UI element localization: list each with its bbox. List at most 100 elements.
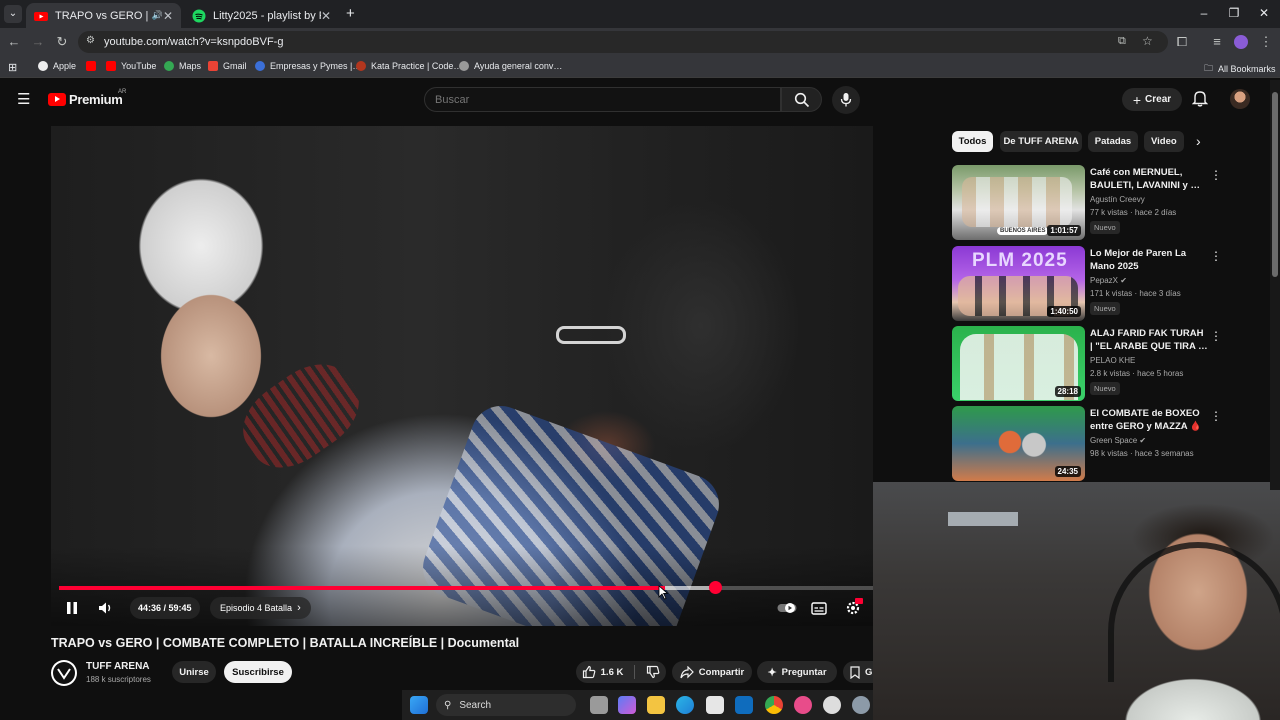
back-icon[interactable]: ←: [6, 34, 22, 49]
install-app-icon[interactable]: ⧉: [1118, 35, 1126, 48]
maximize-icon[interactable]: ❐: [1224, 6, 1244, 20]
progress-bar[interactable]: [59, 581, 873, 594]
recommendation-channel[interactable]: Green Space ✔: [1090, 436, 1146, 445]
pause-button[interactable]: [62, 598, 82, 618]
github-icon[interactable]: [823, 696, 841, 714]
chip-todos[interactable]: Todos: [952, 131, 993, 152]
recommendation-channel[interactable]: Agustín Creevy: [1090, 195, 1145, 204]
new-tab-icon[interactable]: +: [346, 5, 355, 22]
address-bar[interactable]: ⚙ youtube.com/watch?v=ksnpdoBVF-g ⧉ ☆: [78, 31, 1168, 53]
recommendation-channel[interactable]: PELAO KHE: [1090, 356, 1135, 365]
chip-video[interactable]: Video: [1144, 131, 1184, 152]
video-player[interactable]: [51, 126, 873, 626]
ask-button[interactable]: ✦ Preguntar: [757, 661, 837, 683]
close-tab-icon[interactable]: ✕: [321, 9, 331, 23]
bookmark-youtube[interactable]: YouTube: [106, 61, 156, 71]
edge-icon[interactable]: [676, 696, 694, 714]
taskbar-search[interactable]: ⚲ Search: [436, 694, 576, 716]
chevron-right-icon[interactable]: ›: [1196, 133, 1201, 149]
video-thumbnail[interactable]: PLM 2025 1:40:50: [952, 246, 1085, 321]
more-options-icon[interactable]: ⋮: [1210, 409, 1222, 423]
extensions-icon[interactable]: ⧠: [1174, 34, 1190, 50]
thumbnail-text: BUENOS AIRES: [997, 227, 1049, 235]
recommendation-item[interactable]: 28:18 ALAJ FARID FAK TURAH | "EL ARABE Q…: [952, 326, 1252, 402]
save-button[interactable]: G: [843, 661, 873, 683]
scrollbar-thumb[interactable]: [1272, 92, 1278, 277]
search-button[interactable]: [781, 87, 822, 112]
recommendation-item[interactable]: 24:35 El COMBATE de BOXEO entre GERO y M…: [952, 406, 1252, 482]
recommendation-channel[interactable]: PepazX ✔: [1090, 276, 1127, 285]
more-options-icon[interactable]: ⋮: [1210, 168, 1222, 182]
bookmark-star-icon[interactable]: ☆: [1142, 34, 1153, 48]
profile-avatar-icon[interactable]: [1234, 35, 1248, 49]
forward-icon[interactable]: →: [30, 34, 46, 49]
progress-scrubber-handle[interactable]: [709, 581, 723, 594]
bookmark-gmail[interactable]: Gmail: [208, 61, 247, 71]
voice-search-button[interactable]: [832, 86, 860, 114]
settings-gear-icon[interactable]: [852, 696, 870, 714]
app-icon[interactable]: [794, 696, 812, 714]
thumbnail-detail: [962, 177, 1072, 227]
thumbs-down-icon[interactable]: [646, 665, 660, 679]
bookmark-empresas[interactable]: Empresas y Pymes |…: [255, 61, 361, 71]
recommendation-item[interactable]: BUENOS AIRES 1:01:57 Café con MERNUEL, B…: [952, 165, 1252, 241]
share-icon: [680, 665, 694, 678]
store-icon[interactable]: [706, 696, 724, 714]
chip-patadas[interactable]: Patadas: [1088, 131, 1138, 152]
join-button[interactable]: Unirse: [172, 661, 216, 683]
url-text: youtube.com/watch?v=ksnpdoBVF-g: [104, 36, 284, 48]
like-button[interactable]: 1.6 K: [576, 661, 666, 683]
bookmark-maps[interactable]: Maps: [164, 61, 201, 71]
windows-start-icon[interactable]: [410, 696, 428, 714]
reload-icon[interactable]: ↻: [54, 34, 70, 50]
create-button[interactable]: + Crear: [1122, 88, 1182, 111]
notifications-bell-icon[interactable]: [1191, 89, 1209, 112]
more-options-icon[interactable]: ⋮: [1210, 249, 1222, 263]
subscribe-button[interactable]: Suscribirse: [224, 661, 292, 683]
user-avatar[interactable]: [1230, 89, 1250, 109]
volume-button[interactable]: [96, 598, 116, 618]
site-info-icon[interactable]: ⚙: [86, 35, 95, 46]
autoplay-toggle[interactable]: [777, 598, 797, 618]
copilot-icon[interactable]: [618, 696, 636, 714]
close-tab-icon[interactable]: ✕: [163, 9, 173, 23]
outlook-icon[interactable]: [735, 696, 753, 714]
video-thumbnail[interactable]: BUENOS AIRES 1:01:57: [952, 165, 1085, 240]
share-button[interactable]: Compartir: [672, 661, 752, 683]
minimize-icon[interactable]: –: [1194, 6, 1214, 20]
recommendation-title[interactable]: ALAJ FARID FAK TURAH | "EL ARABE QUE TIR…: [1090, 327, 1208, 353]
more-options-icon[interactable]: ⋮: [1210, 329, 1222, 343]
bookmark-apple[interactable]: Apple: [38, 61, 76, 71]
chrome-icon[interactable]: [765, 696, 783, 714]
video-thumbnail[interactable]: 24:35: [952, 406, 1085, 481]
recommendation-item[interactable]: PLM 2025 1:40:50 Lo Mejor de Paren La Ma…: [952, 246, 1252, 322]
close-window-icon[interactable]: ✕: [1254, 6, 1274, 20]
recommendation-title[interactable]: Lo Mejor de Paren La Mano 2025: [1090, 247, 1208, 273]
media-control-icon[interactable]: ≡: [1209, 34, 1225, 49]
video-thumbnail[interactable]: 28:18: [952, 326, 1085, 401]
chip-tuff-arena[interactable]: De TUFF ARENA: [1000, 131, 1082, 152]
bookmark-ayuda[interactable]: Ayuda general conv…: [459, 61, 562, 71]
tab-search-button[interactable]: ⌄: [4, 5, 22, 23]
chapter-button[interactable]: Episodio 4 Batalla ›: [210, 597, 311, 619]
search-input[interactable]: [435, 94, 765, 106]
settings-button[interactable]: [843, 598, 863, 618]
task-view-icon[interactable]: [590, 696, 608, 714]
logo-text: Premium: [69, 92, 123, 107]
apps-grid-icon[interactable]: ⊞: [8, 61, 17, 74]
browser-tab-spotify[interactable]: Litty2025 - playlist by FrancoBo… ✕: [184, 3, 339, 28]
all-bookmarks[interactable]: 🗀 All Bookmarks: [1204, 61, 1276, 77]
page-scrollbar[interactable]: [1270, 80, 1280, 490]
recommendation-title[interactable]: Café con MERNUEL, BAULETI, LAVANINI y …: [1090, 166, 1208, 192]
menu-kebab-icon[interactable]: ⋮: [1258, 34, 1274, 50]
file-explorer-icon[interactable]: [647, 696, 665, 714]
hamburger-menu-icon[interactable]: ☰: [17, 90, 30, 108]
bookmark-youtube-red[interactable]: [86, 61, 96, 71]
subtitles-button[interactable]: [810, 598, 828, 618]
recommendation-title[interactable]: El COMBATE de BOXEO entre GERO y MAZZA 🩸: [1090, 407, 1208, 433]
channel-name[interactable]: TUFF ARENA: [86, 661, 150, 672]
channel-avatar[interactable]: [51, 660, 77, 686]
bookmark-kata[interactable]: Kata Practice | Code…: [356, 61, 462, 71]
browser-tab-youtube[interactable]: TRAPO vs GERO | COMBAT… 🔊 ✕: [26, 3, 181, 28]
youtube-logo[interactable]: Premium: [48, 92, 123, 107]
